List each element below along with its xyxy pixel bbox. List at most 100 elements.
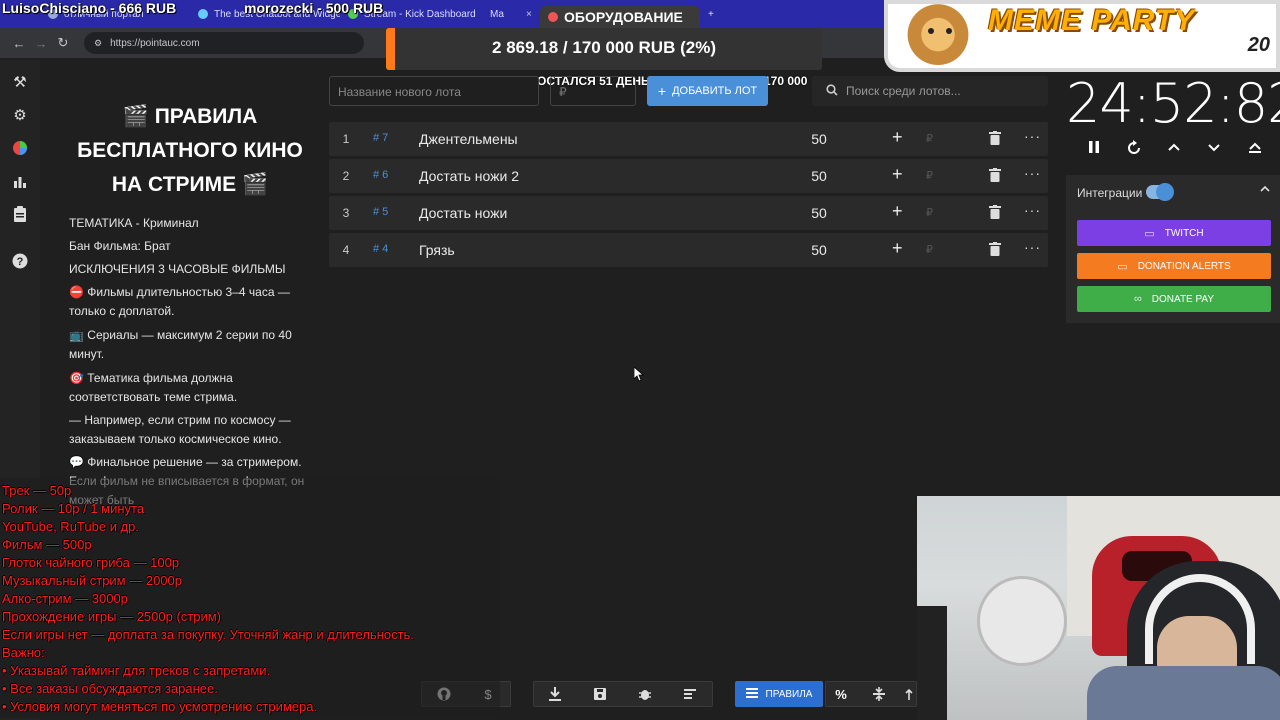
more-options-icon[interactable]: ··· bbox=[1024, 165, 1041, 181]
close-icon: × bbox=[526, 8, 532, 20]
trash-icon[interactable] bbox=[989, 242, 1003, 256]
price-list-line: Фильм — 500р bbox=[2, 537, 92, 552]
pause-icon[interactable] bbox=[1082, 140, 1106, 164]
rules-title: 🎬 ПРАВИЛА БЕСПЛАТНОГО КИНО НА СТРИМЕ 🎬 bbox=[77, 105, 303, 196]
more-options-icon[interactable]: ··· bbox=[1024, 128, 1041, 144]
fan-image bbox=[977, 576, 1067, 666]
price-list-line: Трек — 50р bbox=[2, 483, 72, 498]
list-icon bbox=[745, 687, 758, 702]
add-amount-button[interactable]: + bbox=[892, 164, 903, 185]
amount-input[interactable]: ₽ bbox=[926, 132, 933, 145]
more-options-icon[interactable]: ··· bbox=[1024, 239, 1041, 255]
browser-tab[interactable]: Ma bbox=[490, 3, 510, 25]
chevron-up-icon[interactable] bbox=[1162, 140, 1186, 164]
list-clear-icon[interactable] bbox=[676, 681, 704, 707]
lot-fast-id[interactable]: # 5 bbox=[373, 206, 388, 218]
search-icon bbox=[826, 83, 838, 99]
chevron-up-icon[interactable] bbox=[1260, 183, 1270, 197]
save-icon[interactable] bbox=[586, 681, 614, 707]
lot-row: 2 # 6 Достать ножи 2 50 + ₽ ··· bbox=[329, 159, 1048, 193]
add-amount-button[interactable]: + bbox=[892, 238, 903, 259]
timer-display: 24:52:82 bbox=[1066, 72, 1280, 135]
amount-input[interactable]: ₽ bbox=[926, 206, 933, 219]
meme-party-title: MEME PARTY bbox=[988, 4, 1196, 37]
amount-input[interactable]: ₽ bbox=[926, 243, 933, 256]
lot-fast-id[interactable]: # 6 bbox=[373, 169, 388, 181]
rules-line: ТЕМАТИКА - Криминал bbox=[69, 216, 199, 230]
price-list-line: • Условия могут меняться по усмотрению с… bbox=[2, 699, 318, 714]
integrations-panel: Интеграции ▭ TWITCH ▭ DONATION ALERTS ∞ DON… bbox=[1066, 175, 1280, 323]
lot-name[interactable]: Джентельмены bbox=[419, 131, 518, 147]
bar-chart-icon[interactable] bbox=[8, 169, 32, 193]
double-up-icon[interactable] bbox=[1243, 140, 1267, 164]
price-list-line: YouTube, RuTube и др. bbox=[2, 519, 139, 534]
plus-icon: + bbox=[708, 8, 714, 20]
add-amount-button[interactable]: + bbox=[892, 201, 903, 222]
url-field[interactable]: ⚙ https://pointauc.com bbox=[84, 32, 364, 54]
upload-icon[interactable] bbox=[902, 681, 916, 707]
browser-tab-active[interactable]: ОБОРУДОВАНИЕ bbox=[540, 6, 700, 28]
price-list-line: • Все заказы обсуждаются заранее. bbox=[2, 681, 218, 696]
reload-icon[interactable]: ↻ bbox=[52, 35, 74, 51]
reset-icon[interactable] bbox=[1122, 140, 1146, 164]
rules-button[interactable]: ПРАВИЛА bbox=[735, 681, 823, 707]
donate-pay-button[interactable]: ∞ DONATE PAY bbox=[1077, 286, 1271, 312]
lot-name[interactable]: Достать ножи 2 bbox=[419, 168, 519, 184]
twitch-button[interactable]: ▭ TWITCH bbox=[1077, 220, 1271, 246]
new-tab-button[interactable]: + bbox=[700, 3, 724, 25]
donation-alerts-button[interactable]: ▭ DONATION ALERTS bbox=[1077, 253, 1271, 279]
lot-name[interactable]: Достать ножи bbox=[419, 205, 507, 221]
wheel-icon[interactable] bbox=[8, 136, 32, 160]
integrations-label: Интеграции bbox=[1077, 186, 1143, 200]
lot-search-input[interactable]: Поиск среди лотов... bbox=[812, 76, 1048, 106]
lot-index: 3 bbox=[342, 206, 350, 220]
integrations-toggle[interactable] bbox=[1146, 183, 1174, 201]
bug-icon[interactable] bbox=[631, 681, 659, 707]
mouse-cursor-icon bbox=[634, 367, 644, 382]
lot-row: 4 # 4 Грязь 50 + ₽ ··· bbox=[329, 233, 1048, 267]
lot-fast-id[interactable]: # 4 bbox=[373, 243, 388, 255]
trash-icon[interactable] bbox=[989, 205, 1003, 219]
add-lot-button[interactable]: + ДОБАВИТЬ ЛОТ bbox=[647, 76, 768, 106]
doge-icon bbox=[898, 4, 978, 68]
auction-hammer-icon[interactable]: ⚒ bbox=[8, 70, 32, 94]
goal-text: 2 869.18 / 170 000 RUB (2%) bbox=[492, 38, 716, 57]
new-lot-name-input[interactable]: Название нового лота bbox=[329, 76, 539, 106]
back-arrow-icon[interactable]: ← bbox=[8, 36, 30, 51]
rules-line: 📺 Сериалы — максимум 2 серии по 40 минут… bbox=[69, 328, 292, 361]
forward-arrow-icon[interactable]: → bbox=[30, 36, 52, 51]
tab-close-button[interactable]: × bbox=[510, 3, 540, 25]
amount-input[interactable]: ₽ bbox=[926, 169, 933, 182]
donate-pay-icon: ∞ bbox=[1133, 293, 1142, 305]
price-list-line: Алко-стрим — 3000р bbox=[2, 591, 128, 606]
new-lot-price-input[interactable]: ₽ bbox=[550, 76, 636, 106]
site-info-icon: ⚙ bbox=[94, 37, 103, 48]
rules-line: Бан Фильма: Брат bbox=[69, 239, 171, 253]
lot-row: 3 # 5 Достать ножи 50 + ₽ ··· bbox=[329, 196, 1048, 230]
twitch-icon: ▭ bbox=[1144, 227, 1155, 240]
donation-goal-bar: 2 869.18 / 170 000 RUB (2%) bbox=[386, 28, 822, 70]
lot-amount: 50 bbox=[811, 131, 827, 147]
download-icon[interactable] bbox=[541, 681, 569, 707]
trash-icon[interactable] bbox=[989, 168, 1003, 182]
lot-amount: 50 bbox=[811, 168, 827, 184]
price-list-line: Важно: bbox=[2, 645, 45, 660]
tab-favicon-icon bbox=[198, 9, 208, 19]
lot-fast-id[interactable]: # 7 bbox=[373, 132, 388, 144]
goal-max-label: 170 000 bbox=[764, 74, 808, 88]
help-icon[interactable]: ? bbox=[8, 249, 32, 273]
price-list-line: Если игры нет — доплата за покупку. Уточ… bbox=[2, 627, 414, 642]
trash-icon[interactable] bbox=[989, 131, 1003, 145]
percent-button[interactable]: % bbox=[828, 681, 854, 707]
svg-text:?: ? bbox=[17, 256, 24, 268]
add-amount-button[interactable]: + bbox=[892, 127, 903, 148]
gear-icon[interactable]: ⚙ bbox=[8, 103, 32, 127]
clipboard-icon[interactable] bbox=[8, 202, 32, 226]
chevron-down-icon[interactable] bbox=[1202, 140, 1226, 164]
compress-icon[interactable] bbox=[866, 681, 892, 707]
price-list-line: Ролик — 10р / 1 минута bbox=[2, 501, 145, 516]
lot-index: 4 bbox=[342, 243, 350, 257]
donor-label: LuisoChisciano - 666 RUB bbox=[2, 0, 177, 16]
lot-name[interactable]: Грязь bbox=[419, 242, 455, 258]
more-options-icon[interactable]: ··· bbox=[1024, 202, 1041, 218]
